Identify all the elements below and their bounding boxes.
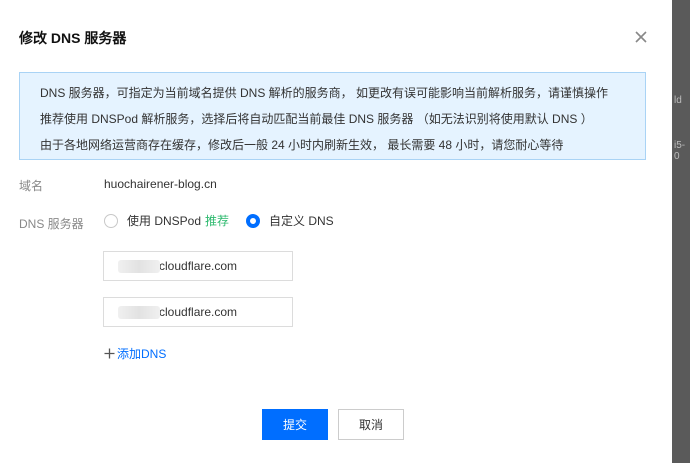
dns-input-value: cloudflare.com [159, 259, 238, 273]
redacted-text [118, 306, 160, 319]
radio-use-dnspod[interactable]: 使用 DNSPod 推荐 [104, 212, 229, 229]
add-dns-label: 添加DNS [117, 347, 167, 361]
dialog-title: 修改 DNS 服务器 [19, 30, 127, 46]
radio-unchecked-icon [104, 213, 118, 228]
domain-label: 域名 [19, 179, 44, 193]
backdrop-text-fragment: i5-0 [674, 140, 686, 162]
backdrop [672, 0, 690, 463]
recommend-badge: 推荐 [205, 214, 230, 228]
radio-custom-dns[interactable]: 自定义 DNS [246, 212, 334, 229]
info-notice: DNS 服务器，可指定为当前域名提供 DNS 解析的服务商， 如更改有误可能影响… [19, 72, 646, 160]
dns-input-value: cloudflare.com [159, 305, 238, 319]
domain-value: huochairener-blog.cn [104, 177, 217, 191]
backdrop-text-fragment: ld [674, 95, 682, 106]
add-dns-button[interactable]: 添加DNS [104, 345, 166, 362]
radio-label: 自定义 DNS [269, 214, 334, 228]
submit-button[interactable]: 提交 [262, 409, 328, 440]
dns-server-input[interactable]: cloudflare.com [103, 251, 293, 281]
cancel-button[interactable]: 取消 [338, 409, 404, 440]
radio-checked-icon [246, 213, 260, 228]
plus-icon [104, 348, 115, 359]
modify-dns-dialog: 修改 DNS 服务器 DNS 服务器，可指定为当前域名提供 DNS 解析的服务商… [0, 0, 672, 463]
notice-line: DNS 服务器，可指定为当前域名提供 DNS 解析的服务商， 如更改有误可能影响… [40, 86, 609, 100]
redacted-text [118, 260, 160, 273]
radio-label: 使用 DNSPod [127, 214, 202, 228]
notice-line: 由于各地网络运营商存在缓存，修改后一般 24 小时内刷新生效， 最长需要 48 … [40, 138, 564, 152]
close-button[interactable] [631, 27, 651, 47]
dns-server-input[interactable]: cloudflare.com [103, 297, 293, 327]
notice-line: 推荐使用 DNSPod 解析服务，选择后将自动匹配当前最佳 DNS 服务器 （如… [40, 112, 593, 126]
close-icon [635, 31, 647, 43]
dns-server-label: DNS 服务器 [19, 217, 84, 231]
